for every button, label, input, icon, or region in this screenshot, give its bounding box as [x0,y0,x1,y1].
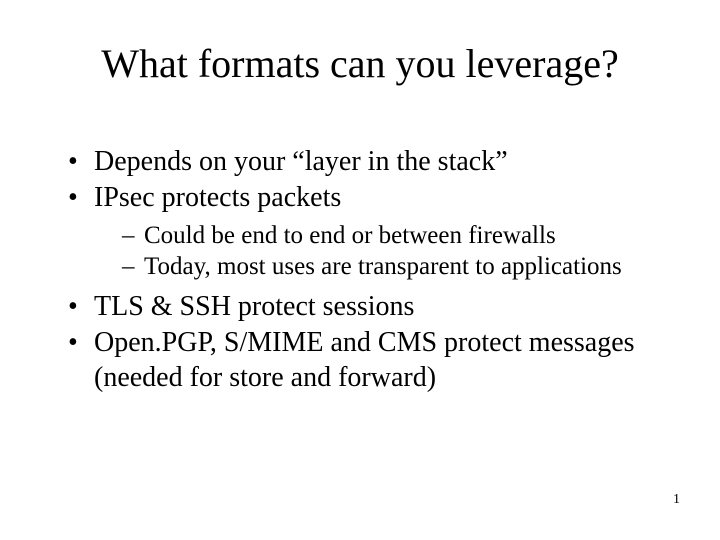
sub-bullet-list: Could be end to end or between firewalls… [94,221,668,282]
bullet-item: Open.PGP, S/MIME and CMS protect message… [68,326,668,394]
slide-body: Depends on your “layer in the stack” IPs… [68,145,668,397]
sub-bullet-item: Today, most uses are transparent to appl… [122,252,668,283]
slide: What formats can you leverage? Depends o… [0,0,720,540]
slide-title: What formats can you leverage? [0,40,720,87]
bullet-list: Depends on your “layer in the stack” IPs… [68,145,668,395]
bullet-item: TLS & SSH protect sessions [68,290,668,324]
page-number: 1 [673,492,680,508]
bullet-item: IPsec protects packets Could be end to e… [68,181,668,282]
bullet-text: IPsec protects packets [94,182,341,213]
sub-bullet-item: Could be end to end or between firewalls [122,221,668,252]
bullet-item: Depends on your “layer in the stack” [68,145,668,179]
